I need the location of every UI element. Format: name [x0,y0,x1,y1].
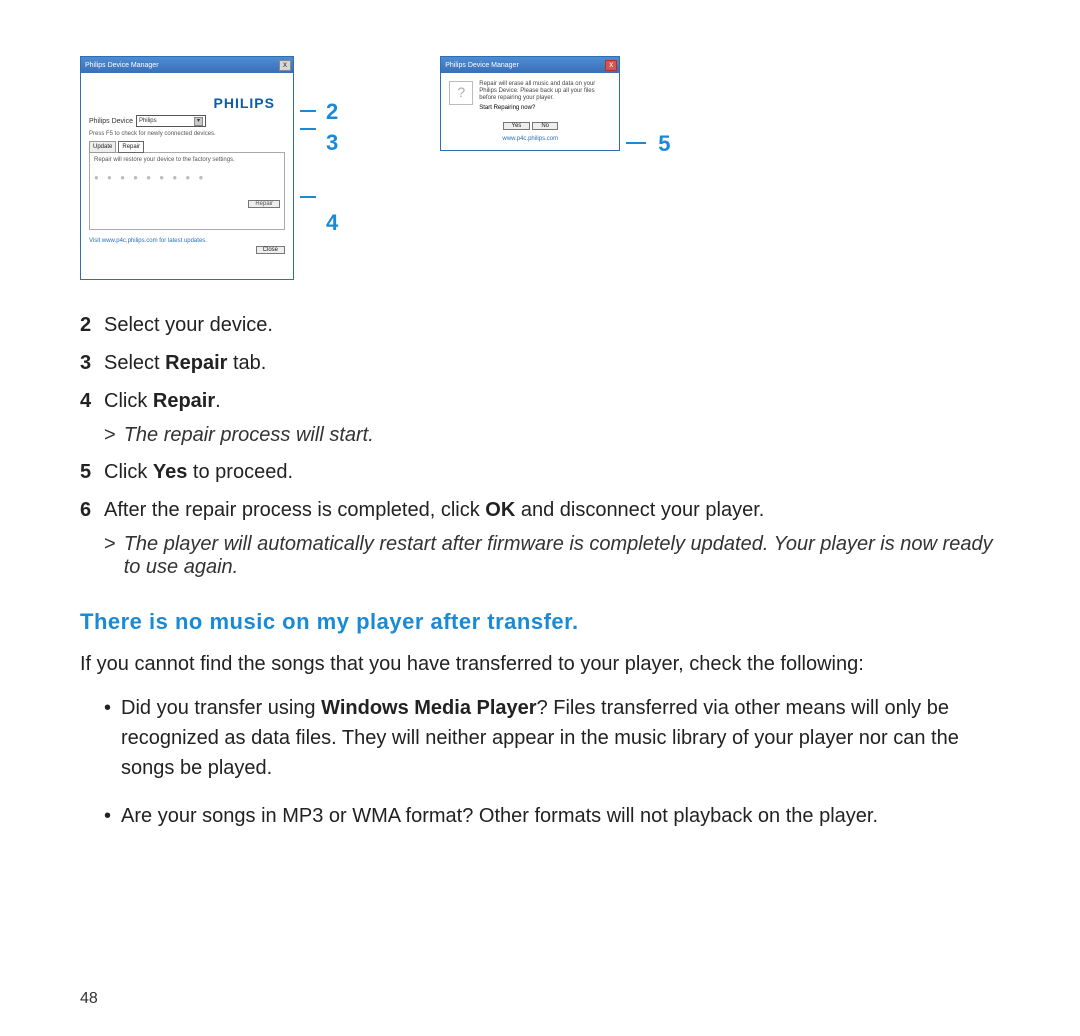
window-a-titlebar: Philips Device Manager x [81,57,293,73]
step-3-number: 3 [80,348,94,378]
dialog-link[interactable]: www.p4c.philips.com [449,136,611,142]
step-4-result: > The repair process will start. [104,424,1008,447]
step-6-number: 6 [80,495,94,525]
step-6-result: > The player will automatically restart … [104,533,1008,579]
section-intro: If you cannot find the songs that you ha… [80,649,1008,679]
step-3-text: Select Repair tab. [104,348,1008,378]
dialog-message: Repair will erase all music and data on … [479,81,599,103]
question-icon: ? [449,81,473,105]
figure-area: Philips Device Manager x PHILIPS Philips… [80,56,1008,280]
callouts-b: 5 [652,56,670,156]
tab-repair[interactable]: Repair [118,141,144,153]
step-2-number: 2 [80,310,94,340]
step-5-text: Click Yes to proceed. [104,457,1008,487]
step-5: 5 Click Yes to proceed. [80,457,1008,487]
device-manager-window: Philips Device Manager x PHILIPS Philips… [80,56,294,280]
yes-button[interactable]: Yes [503,122,531,130]
device-select[interactable]: Philips ▾ [136,115,206,127]
tab-repair-message: Repair will restore your device to the f… [94,157,235,163]
leader-lines-a [300,56,316,198]
bullet-list: Did you transfer using Windows Media Pla… [104,693,1008,831]
confirm-dialog-window: Philips Device Manager x ? Repair will e… [440,56,620,151]
chevron-right-icon: > [104,533,116,579]
device-label: Philips Device [89,118,133,125]
repair-button[interactable]: Repair [248,200,280,208]
step-4-number: 4 [80,386,94,416]
no-button[interactable]: No [532,122,558,130]
chevron-right-icon: > [104,424,116,447]
tab-update[interactable]: Update [89,141,116,153]
window-b-title: Philips Device Manager [445,62,519,69]
steps-list: 2 Select your device. 3 Select Repair ta… [80,310,1008,579]
progress-dots: ● ● ● ● ● ● ● ● ● [94,173,280,182]
callout-4: 4 [326,211,338,235]
step-6-text: After the repair process is completed, c… [104,495,1008,525]
dialog-question: Start Repairing now? [479,105,599,112]
callout-2: 2 [326,100,338,124]
philips-logo: PHILIPS [214,95,275,111]
step-2: 2 Select your device. [80,310,1008,340]
callout-5: 5 [658,132,670,156]
updates-link[interactable]: Visit www.p4c.philips.com for latest upd… [89,238,285,244]
device-select-value: Philips [139,118,157,124]
close-icon[interactable]: x [279,60,291,71]
page-number: 48 [80,990,98,1008]
step-5-number: 5 [80,457,94,487]
leader-lines-b [626,56,646,144]
step-6: 6 After the repair process is completed,… [80,495,1008,525]
step-2-text: Select your device. [104,310,1008,340]
close-button[interactable]: Close [256,246,285,254]
step-4-text: Click Repair. [104,386,1008,416]
step-3: 3 Select Repair tab. [80,348,1008,378]
step-4: 4 Click Repair. [80,386,1008,416]
bullet-1: Did you transfer using Windows Media Pla… [104,693,1008,783]
callout-3: 3 [326,131,338,155]
tab-repair-panel: Repair will restore your device to the f… [89,152,285,230]
window-a-title: Philips Device Manager [85,62,159,69]
section-heading: There is no music on my player after tra… [80,609,1008,635]
callouts-a: 2 3 4 [326,56,338,236]
window-b-titlebar: Philips Device Manager x [441,57,619,73]
close-icon[interactable]: x [605,60,617,71]
f5-hint: Press F5 to check for newly connected de… [89,131,285,137]
chevron-down-icon: ▾ [194,117,203,126]
bullet-2: Are your songs in MP3 or WMA format? Oth… [104,801,1008,831]
